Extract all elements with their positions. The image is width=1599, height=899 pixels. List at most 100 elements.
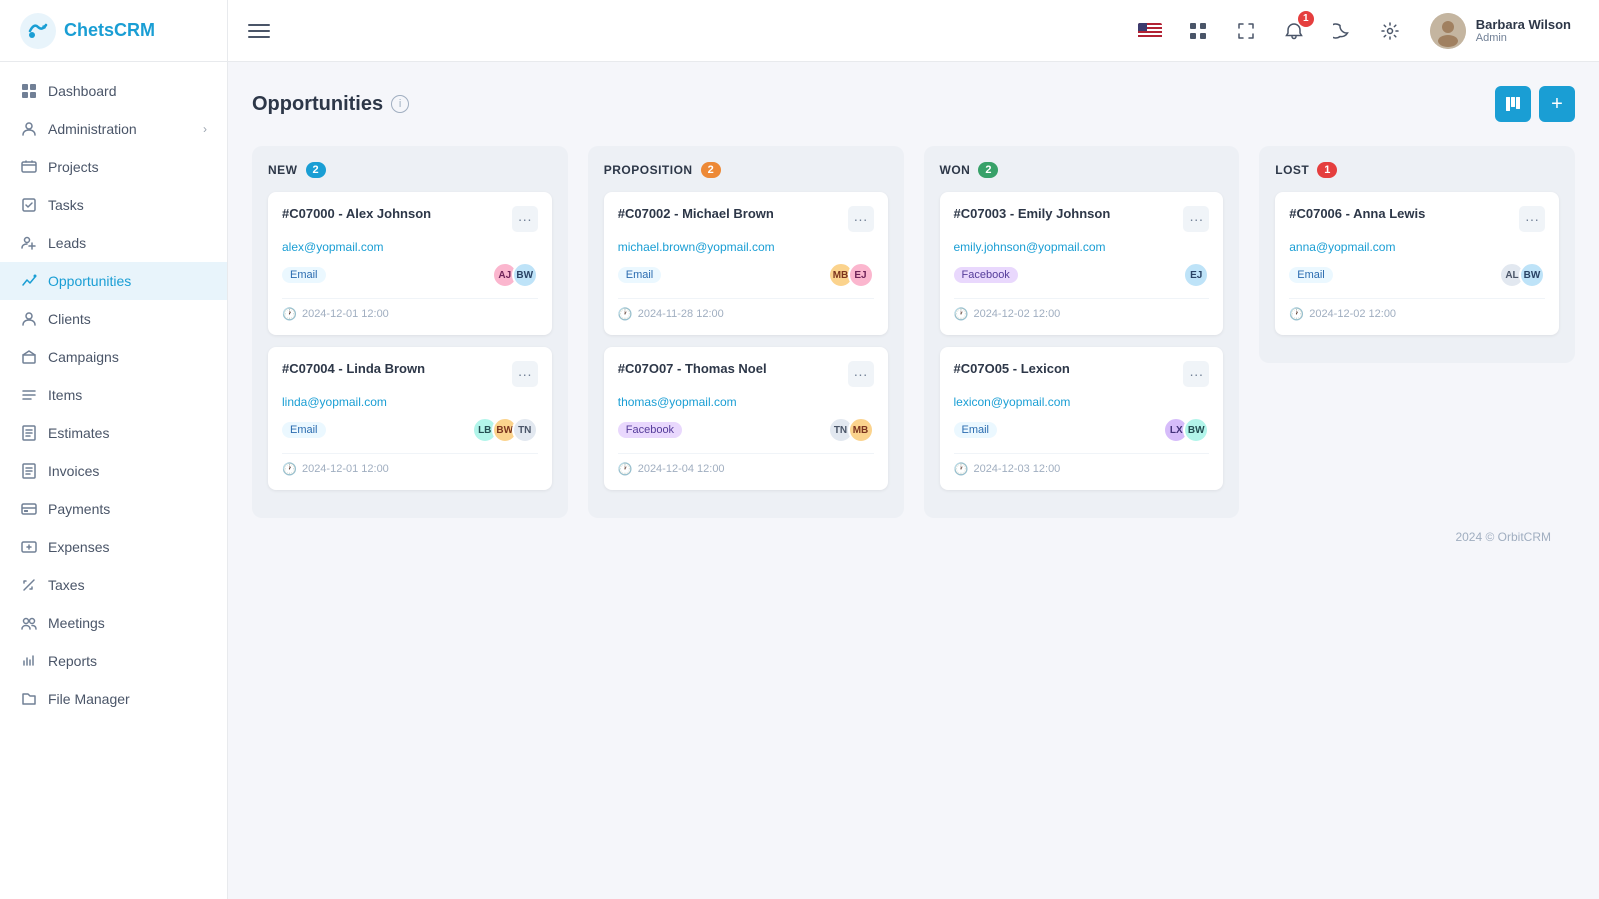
opportunity-card-c07000[interactable]: #C07000 - Alex Johnson ··· alex@yopmail.… (268, 192, 552, 335)
page-header: Opportunities i + (252, 86, 1575, 122)
card-menu-c07000[interactable]: ··· (512, 206, 538, 232)
sidebar-item-dashboard[interactable]: Dashboard (0, 72, 227, 110)
user-profile-section[interactable]: Barbara Wilson Admin (1422, 9, 1579, 53)
card-tag-c07006: Email (1289, 267, 1333, 283)
sidebar-item-projects-label: Projects (48, 159, 207, 175)
card-tag-c07007: Facebook (618, 422, 682, 438)
sidebar-item-leads-label: Leads (48, 235, 207, 251)
sidebar-item-campaigns[interactable]: Campaigns (0, 338, 227, 376)
opportunities-icon (20, 272, 38, 290)
sidebar: ChetsCRM Dashboard Administration › Proj… (0, 0, 228, 899)
sidebar-item-expenses[interactable]: Expenses (0, 528, 227, 566)
grid-apps-icon[interactable] (1182, 15, 1214, 47)
kanban-column-proposition: PROPOSITION 2 #C07002 - Michael Brown ··… (588, 146, 904, 518)
sidebar-item-administration[interactable]: Administration › (0, 110, 227, 148)
tasks-icon (20, 196, 38, 214)
card-menu-c07002[interactable]: ··· (848, 206, 874, 232)
card-email-c07000: alex@yopmail.com (282, 240, 538, 254)
card-header-c07003: #C07003 - Emily Johnson ··· (954, 206, 1210, 232)
sidebar-item-tasks[interactable]: Tasks (0, 186, 227, 224)
avatars-c07006: AL BW (1499, 262, 1545, 288)
notifications-button[interactable]: 1 (1278, 15, 1310, 47)
card-title-c07003: #C07003 - Emily Johnson (954, 206, 1111, 221)
leads-icon (20, 234, 38, 252)
column-header-won: WON 2 (940, 162, 1224, 178)
sidebar-item-meetings[interactable]: Meetings (0, 604, 227, 642)
card-menu-c07004[interactable]: ··· (512, 361, 538, 387)
page-title-group: Opportunities i (252, 93, 409, 116)
sidebar-item-invoices[interactable]: Invoices (0, 452, 227, 490)
card-menu-c07006[interactable]: ··· (1519, 206, 1545, 232)
flag-us-icon[interactable] (1134, 15, 1166, 47)
opportunity-card-c07005[interactable]: #C07O05 - Lexicon ··· lexicon@yopmail.co… (940, 347, 1224, 490)
file-manager-icon (20, 690, 38, 708)
meetings-icon (20, 614, 38, 632)
datetime-c07004: 2024-12-01 12:00 (302, 463, 389, 475)
main-content: 1 Barbara Wilson Admin Opportun (228, 0, 1599, 899)
opportunity-card-c07002[interactable]: #C07002 - Michael Brown ··· michael.brow… (604, 192, 888, 335)
sidebar-item-items[interactable]: Items (0, 376, 227, 414)
avatar-2-c07007: MB (848, 417, 874, 443)
clock-icon-c07005: 🕐 (954, 462, 969, 476)
column-badge-won: 2 (978, 162, 998, 178)
opportunity-card-c07007[interactable]: #C07O07 - Thomas Noel ··· thomas@yopmail… (604, 347, 888, 490)
card-title-c07007: #C07O07 - Thomas Noel (618, 361, 767, 376)
sidebar-item-payments[interactable]: Payments (0, 490, 227, 528)
sidebar-item-projects[interactable]: Projects (0, 148, 227, 186)
items-icon (20, 386, 38, 404)
page-title: Opportunities (252, 93, 383, 116)
card-time-c07000: 🕐 2024-12-01 12:00 (282, 298, 538, 321)
logo[interactable]: ChetsCRM (0, 0, 227, 62)
opportunity-card-c07003[interactable]: #C07003 - Emily Johnson ··· emily.johnso… (940, 192, 1224, 335)
opportunity-card-c07004[interactable]: #C07004 - Linda Brown ··· linda@yopmail.… (268, 347, 552, 490)
card-title-c07005: #C07O05 - Lexicon (954, 361, 1070, 376)
kanban-column-new: NEW 2 #C07000 - Alex Johnson ··· alex@yo… (252, 146, 568, 518)
card-email-c07007: thomas@yopmail.com (618, 395, 874, 409)
card-meta-c07005: Email LX BW (954, 417, 1210, 443)
card-meta-c07007: Facebook TN MB (618, 417, 874, 443)
column-badge-proposition: 2 (701, 162, 721, 178)
datetime-c07007: 2024-12-04 12:00 (638, 463, 725, 475)
column-title-new: NEW (268, 163, 298, 177)
sidebar-item-taxes[interactable]: Taxes (0, 566, 227, 604)
card-menu-c07003[interactable]: ··· (1183, 206, 1209, 232)
sidebar-item-leads[interactable]: Leads (0, 224, 227, 262)
card-email-c07006: anna@yopmail.com (1289, 240, 1545, 254)
kanban-board: NEW 2 #C07000 - Alex Johnson ··· alex@yo… (252, 146, 1575, 518)
sidebar-item-estimates[interactable]: Estimates (0, 414, 227, 452)
card-time-c07006: 🕐 2024-12-02 12:00 (1289, 298, 1545, 321)
sidebar-item-campaigns-label: Campaigns (48, 349, 207, 365)
kanban-view-button[interactable] (1495, 86, 1531, 122)
sidebar-item-clients-label: Clients (48, 311, 207, 327)
opportunity-card-c07006[interactable]: #C07006 - Anna Lewis ··· anna@yopmail.co… (1275, 192, 1559, 335)
avatars-c07007: TN MB (828, 417, 874, 443)
sidebar-item-file-manager[interactable]: File Manager (0, 680, 227, 718)
sidebar-item-taxes-label: Taxes (48, 577, 207, 593)
sidebar-item-meetings-label: Meetings (48, 615, 207, 631)
card-menu-c07005[interactable]: ··· (1183, 361, 1209, 387)
dark-mode-toggle[interactable] (1326, 15, 1358, 47)
sidebar-item-expenses-label: Expenses (48, 539, 207, 555)
card-menu-c07007[interactable]: ··· (848, 361, 874, 387)
card-header-c07005: #C07O05 - Lexicon ··· (954, 361, 1210, 387)
sidebar-item-opportunities[interactable]: Opportunities (0, 262, 227, 300)
sidebar-item-clients[interactable]: Clients (0, 300, 227, 338)
datetime-c07000: 2024-12-01 12:00 (302, 308, 389, 320)
clock-icon-c07004: 🕐 (282, 462, 297, 476)
fullscreen-icon[interactable] (1230, 15, 1262, 47)
settings-icon[interactable] (1374, 15, 1406, 47)
avatar-3-c07004: TN (512, 417, 538, 443)
expenses-icon (20, 538, 38, 556)
logo-text: ChetsCRM (64, 20, 155, 41)
header-right: 1 Barbara Wilson Admin (1134, 9, 1579, 53)
column-title-lost: LOST (1275, 163, 1309, 177)
info-icon[interactable]: i (391, 95, 409, 113)
avatar-2-c07000: BW (512, 262, 538, 288)
sidebar-item-reports[interactable]: Reports (0, 642, 227, 680)
hamburger-menu[interactable] (248, 24, 270, 38)
page-actions: + (1495, 86, 1575, 122)
datetime-c07002: 2024-11-28 12:00 (638, 308, 724, 320)
add-opportunity-button[interactable]: + (1539, 86, 1575, 122)
card-title-c07006: #C07006 - Anna Lewis (1289, 206, 1425, 221)
card-meta-c07003: Facebook EJ (954, 262, 1210, 288)
